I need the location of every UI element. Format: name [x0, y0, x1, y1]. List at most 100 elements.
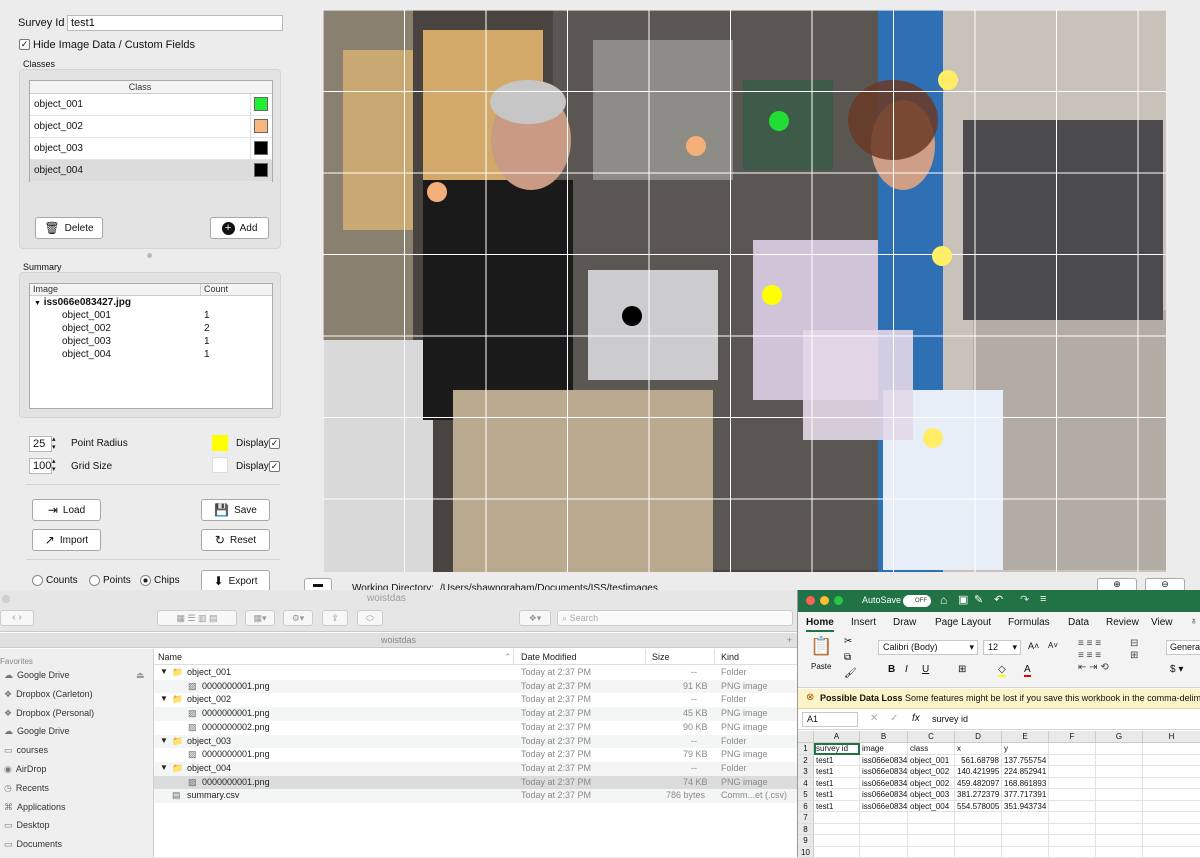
- annotation-point[interactable]: [923, 428, 943, 448]
- kind-column[interactable]: Kind: [721, 652, 739, 662]
- row-header[interactable]: 1: [798, 743, 814, 755]
- column-header[interactable]: F: [1049, 731, 1096, 743]
- summary-row[interactable]: object_0041: [30, 348, 272, 361]
- column-header[interactable]: D: [955, 731, 1002, 743]
- alignment-icons[interactable]: ≡ ≡ ≡≡ ≡ ≡⇤ ⇥ ⟲: [1078, 638, 1109, 674]
- spreadsheet-cell[interactable]: 381.272379: [955, 789, 1002, 801]
- finder-row[interactable]: ▨0000000001.pngToday at 2:37 PM91 KBPNG …: [154, 680, 797, 694]
- action-gear-button[interactable]: ⚙▾: [283, 610, 313, 626]
- spreadsheet-cell[interactable]: [908, 812, 955, 824]
- spreadsheet-cell[interactable]: 168.861893: [1002, 778, 1049, 790]
- spreadsheet-cell[interactable]: [955, 824, 1002, 836]
- zoom-window-icon[interactable]: [834, 596, 843, 605]
- finder-row[interactable]: ▨0000000001.pngToday at 2:37 PM79 KBPNG …: [154, 748, 797, 762]
- spreadsheet-cell[interactable]: [1143, 778, 1200, 790]
- sidebar-item[interactable]: ▭Documents: [4, 839, 62, 850]
- spreadsheet-grid[interactable]: ABCDEFGH1survey idimageclassxy2test1iss0…: [798, 731, 1200, 857]
- finder-row[interactable]: ▼📁object_004Today at 2:37 PM--Folder: [154, 762, 797, 776]
- finder-row[interactable]: ▨0000000002.pngToday at 2:37 PM90 KBPNG …: [154, 721, 797, 735]
- cancel-formula-icon[interactable]: ✕: [870, 713, 878, 724]
- spreadsheet-cell[interactable]: [1143, 755, 1200, 767]
- spreadsheet-cell[interactable]: [1096, 755, 1143, 767]
- row-header[interactable]: 5: [798, 789, 814, 801]
- spreadsheet-cell[interactable]: iss066e0834: [860, 755, 908, 767]
- class-row[interactable]: object_003: [30, 138, 272, 160]
- spreadsheet-cell[interactable]: iss066e0834: [860, 789, 908, 801]
- spreadsheet-cell[interactable]: survey id: [814, 743, 860, 755]
- underline-button[interactable]: U: [922, 664, 929, 675]
- sidebar-item[interactable]: ❖Dropbox (Personal): [4, 708, 94, 719]
- minimize-window-icon[interactable]: [820, 596, 829, 605]
- search-input[interactable]: ⌕ Search: [557, 610, 793, 626]
- finder-row[interactable]: ▨0000000001.pngToday at 2:37 PM74 KBPNG …: [154, 776, 797, 790]
- reset-button[interactable]: ↻Reset: [201, 529, 270, 551]
- spreadsheet-cell[interactable]: image: [860, 743, 908, 755]
- column-header[interactable]: A: [814, 731, 860, 743]
- view-mode-switcher[interactable]: ▦ ☰ ▥ ▤: [157, 610, 237, 626]
- borders-icon[interactable]: ⊞: [958, 664, 966, 675]
- sidebar-item[interactable]: ❖Dropbox (Carleton): [4, 689, 93, 700]
- spreadsheet-cell[interactable]: iss066e0834: [860, 766, 908, 778]
- spreadsheet-cell[interactable]: [814, 835, 860, 847]
- annotation-point[interactable]: [938, 70, 958, 90]
- spreadsheet-cell[interactable]: 561.68798: [955, 755, 1002, 767]
- row-header[interactable]: 3: [798, 766, 814, 778]
- spreadsheet-cell[interactable]: [1049, 766, 1096, 778]
- spreadsheet-cell[interactable]: [908, 835, 955, 847]
- spreadsheet-cell[interactable]: [1096, 766, 1143, 778]
- edit-icon[interactable]: ✎: [974, 593, 983, 606]
- point-display-checkbox[interactable]: ✓: [269, 438, 280, 449]
- redo-icon[interactable]: ↷: [1020, 593, 1029, 606]
- spreadsheet-cell[interactable]: [955, 847, 1002, 858]
- spreadsheet-cell[interactable]: [1096, 824, 1143, 836]
- confirm-formula-icon[interactable]: ✓: [890, 713, 898, 724]
- annotation-point[interactable]: [622, 306, 642, 326]
- spreadsheet-cell[interactable]: [814, 847, 860, 858]
- spreadsheet-cell[interactable]: [1143, 789, 1200, 801]
- spreadsheet-cell[interactable]: 224.852941: [1002, 766, 1049, 778]
- load-button[interactable]: ⇥Load: [32, 499, 101, 521]
- autosave-toggle[interactable]: OFF: [903, 595, 931, 607]
- group-button[interactable]: ▦▾: [245, 610, 275, 626]
- spreadsheet-cell[interactable]: [1096, 801, 1143, 813]
- function-icon[interactable]: fx: [912, 713, 920, 724]
- save-icon[interactable]: ▣: [958, 593, 968, 606]
- export-button[interactable]: ⬇Export: [201, 570, 270, 592]
- spreadsheet-cell[interactable]: [1002, 812, 1049, 824]
- row-header[interactable]: 10: [798, 847, 814, 858]
- class-color-swatch[interactable]: [254, 97, 268, 111]
- number-format-select[interactable]: Genera: [1166, 640, 1200, 655]
- currency-icon[interactable]: $ ▾: [1170, 664, 1183, 675]
- spreadsheet-cell[interactable]: iss066e0834: [860, 778, 908, 790]
- summary-row[interactable]: object_0022: [30, 322, 272, 335]
- row-header[interactable]: 4: [798, 778, 814, 790]
- spreadsheet-cell[interactable]: [1143, 835, 1200, 847]
- hide-image-data-checkbox[interactable]: ✓: [19, 39, 30, 50]
- spreadsheet-cell[interactable]: [908, 847, 955, 858]
- spreadsheet-cell[interactable]: [1143, 812, 1200, 824]
- column-header[interactable]: B: [860, 731, 908, 743]
- finder-row[interactable]: ▨0000000001.pngToday at 2:37 PM45 KBPNG …: [154, 707, 797, 721]
- spreadsheet-cell[interactable]: [1049, 778, 1096, 790]
- ribbon-tab[interactable]: Formulas: [1008, 617, 1050, 628]
- size-column[interactable]: Size: [652, 652, 670, 662]
- grid-color-swatch[interactable]: [212, 457, 228, 473]
- home-icon[interactable]: ⌂: [940, 593, 947, 607]
- disclosure-triangle-icon[interactable]: ▼: [160, 667, 168, 676]
- copy-icon[interactable]: ⧉: [844, 652, 851, 663]
- spreadsheet-cell[interactable]: 459.482097: [955, 778, 1002, 790]
- spreadsheet-cell[interactable]: [860, 824, 908, 836]
- summary-row[interactable]: object_0011: [30, 309, 272, 322]
- annotation-point[interactable]: [769, 111, 789, 131]
- row-header[interactable]: 2: [798, 755, 814, 767]
- spreadsheet-cell[interactable]: 351.943734: [1002, 801, 1049, 813]
- ribbon-tab[interactable]: Review: [1106, 617, 1139, 628]
- spreadsheet-cell[interactable]: [860, 812, 908, 824]
- points-radio[interactable]: [89, 575, 100, 586]
- grid-size-input[interactable]: 100: [29, 458, 52, 474]
- ribbon-tab[interactable]: Draw: [893, 617, 916, 628]
- spreadsheet-cell[interactable]: [1096, 778, 1143, 790]
- counts-radio[interactable]: [32, 575, 43, 586]
- spreadsheet-cell[interactable]: [1143, 824, 1200, 836]
- splitter-handle[interactable]: [147, 253, 152, 258]
